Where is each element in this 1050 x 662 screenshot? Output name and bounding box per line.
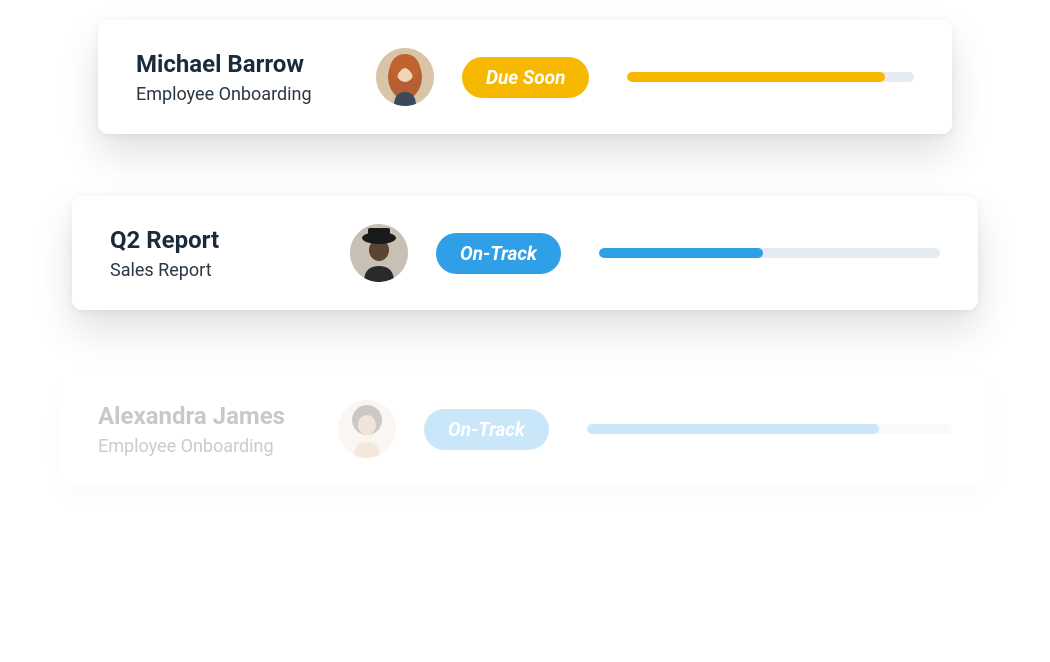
- avatar: [376, 48, 434, 106]
- progress-bar: [627, 72, 914, 82]
- task-subtitle: Employee Onboarding: [136, 84, 376, 105]
- progress-fill: [599, 248, 763, 258]
- status-badge: On-Track: [436, 233, 561, 274]
- progress-bar: [587, 424, 952, 434]
- task-card[interactable]: Q2 Report Sales Report On-Track: [72, 196, 978, 310]
- progress-fill: [587, 424, 879, 434]
- progress-bar: [599, 248, 940, 258]
- status-badge: On-Track: [424, 409, 549, 450]
- progress-fill: [627, 72, 885, 82]
- task-title: Q2 Report: [110, 226, 350, 254]
- task-title: Michael Barrow: [136, 50, 376, 78]
- avatar: [338, 400, 396, 458]
- task-info: Michael Barrow Employee Onboarding: [136, 50, 376, 105]
- task-subtitle: Employee Onboarding: [98, 436, 338, 457]
- task-title: Alexandra James: [98, 402, 338, 430]
- status-badge: Due Soon: [462, 57, 589, 98]
- avatar: [350, 224, 408, 282]
- task-card[interactable]: Alexandra James Employee Onboarding On-T…: [60, 372, 990, 486]
- task-info: Alexandra James Employee Onboarding: [98, 402, 338, 457]
- task-info: Q2 Report Sales Report: [110, 226, 350, 281]
- task-card[interactable]: Michael Barrow Employee Onboarding Due S…: [98, 20, 952, 134]
- task-subtitle: Sales Report: [110, 260, 350, 281]
